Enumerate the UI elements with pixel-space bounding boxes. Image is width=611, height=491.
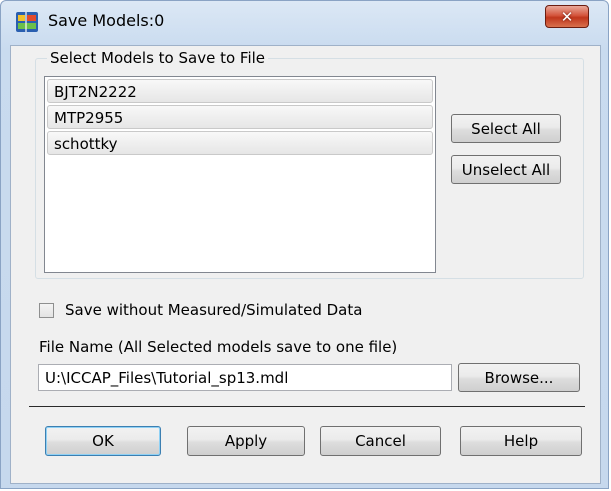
models-groupbox: Select Models to Save to File BJT2N2222 …	[35, 49, 584, 279]
model-list-item[interactable]: MTP2955	[47, 105, 433, 129]
file-name-label: File Name (All Selected models save to o…	[39, 338, 398, 356]
app-icon	[16, 12, 38, 32]
save-without-data-checkbox[interactable]	[39, 303, 54, 318]
model-list-item[interactable]: BJT2N2222	[47, 79, 433, 103]
window-title: Save Models:0	[48, 11, 165, 30]
models-group-label: Select Models to Save to File	[47, 49, 269, 67]
select-all-button[interactable]: Select All	[451, 114, 561, 143]
browse-button[interactable]: Browse...	[458, 363, 580, 392]
model-list-item[interactable]: schottky	[47, 131, 433, 155]
close-icon: ✕	[560, 7, 574, 26]
dialog-body: Select Models to Save to File BJT2N2222 …	[10, 45, 601, 484]
save-models-dialog: Save Models:0 ✕ Select Models to Save to…	[0, 0, 609, 489]
save-without-data-label: Save without Measured/Simulated Data	[65, 301, 363, 319]
models-listbox[interactable]: BJT2N2222 MTP2955 schottky	[44, 76, 436, 273]
footer-separator	[29, 406, 585, 407]
title-bar[interactable]: Save Models:0 ✕	[1, 1, 608, 41]
cancel-button[interactable]: Cancel	[320, 426, 441, 456]
help-button[interactable]: Help	[460, 426, 582, 456]
apply-button[interactable]: Apply	[187, 426, 305, 456]
close-button[interactable]: ✕	[545, 5, 589, 28]
ok-button[interactable]: OK	[45, 426, 161, 456]
file-name-input[interactable]	[38, 364, 452, 391]
unselect-all-button[interactable]: Unselect All	[451, 155, 561, 184]
